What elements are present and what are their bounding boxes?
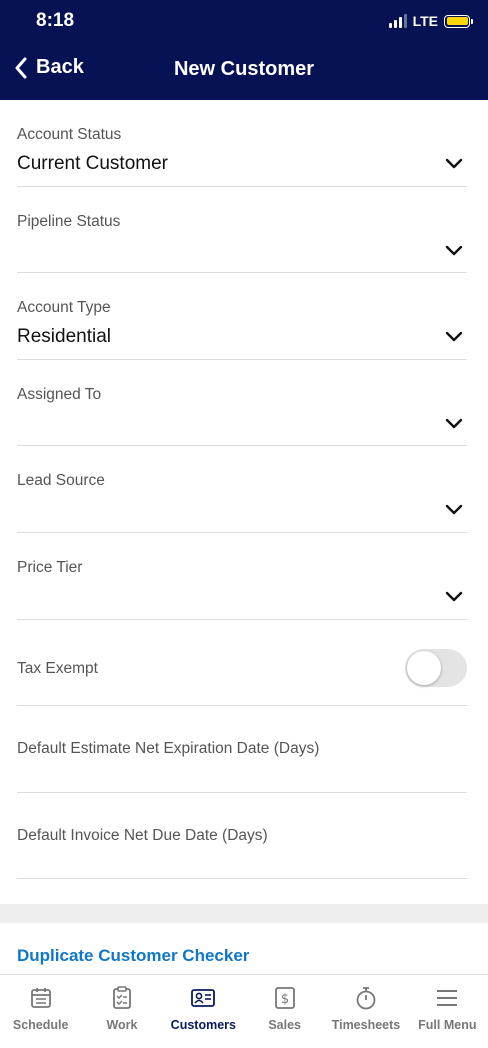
tax-exempt-row: Tax Exempt (17, 620, 467, 707)
tab-timesheets[interactable]: Timesheets (325, 975, 406, 1048)
tab-schedule[interactable]: Schedule (0, 975, 81, 1048)
chevron-down-icon (445, 331, 463, 342)
chevron-down-icon (445, 245, 463, 255)
status-time: 8:18 (36, 10, 75, 31)
svg-text:$: $ (281, 992, 289, 1007)
clipboard-icon (113, 986, 131, 1009)
signal-icon (388, 14, 407, 28)
account-status-select[interactable]: Account Status Current Customer (17, 100, 467, 187)
account-type-select[interactable]: Account Type Residential (17, 273, 467, 360)
network-label: LTE (412, 13, 438, 29)
field-value: Residential (17, 326, 111, 348)
pipeline-status-select[interactable]: Pipeline Status (17, 187, 467, 274)
status-indicators: LTE (388, 13, 473, 29)
price-tier-select[interactable]: Price Tier (17, 533, 467, 620)
tab-bar: Schedule Work Customers $ Sales Timeshee… (0, 974, 488, 1048)
battery-icon (444, 14, 473, 28)
status-bar: 8:18 LTE (0, 0, 488, 44)
field-label: Default Invoice Net Due Date (Days) (17, 826, 268, 844)
nav-bar: Back New Customer (0, 44, 488, 100)
toggle-knob (407, 650, 441, 685)
lead-source-select[interactable]: Lead Source (17, 446, 467, 533)
tab-work[interactable]: Work (81, 975, 162, 1048)
tab-label: Timesheets (331, 1018, 401, 1032)
chevron-down-icon (445, 418, 463, 428)
page-title: New Customer (173, 58, 315, 80)
tab-label: Work (106, 1018, 138, 1032)
calendar-icon (30, 988, 51, 1008)
tab-label: Full Menu (418, 1018, 477, 1032)
field-label: Account Status (17, 126, 122, 143)
tax-exempt-toggle[interactable] (405, 648, 467, 687)
assigned-to-select[interactable]: Assigned To (17, 360, 467, 447)
estimate-expiration-days-field[interactable]: Default Estimate Net Expiration Date (Da… (17, 706, 467, 793)
tab-customers[interactable]: Customers (163, 975, 244, 1048)
tab-full-menu[interactable]: Full Menu (407, 975, 488, 1048)
stopwatch-icon (356, 987, 376, 1010)
field-label: Pipeline Status (17, 212, 121, 230)
tab-label: Schedule (12, 1018, 69, 1032)
contact-card-icon (191, 989, 216, 1007)
field-label: Account Type (17, 299, 111, 317)
tab-sales[interactable]: $ Sales (244, 975, 325, 1048)
customer-form: Account Status Current Customer Pipeline… (0, 100, 488, 880)
duplicate-customer-checker-link[interactable]: Duplicate Customer Checker (17, 946, 249, 966)
tab-label: Customers (170, 1018, 236, 1032)
app-header: 8:18 LTE Back New Customer (0, 0, 488, 100)
chevron-down-icon (445, 505, 463, 515)
field-label: Tax Exempt (17, 659, 98, 677)
tab-label: Sales (268, 1018, 301, 1032)
field-label: Assigned To (17, 385, 102, 403)
chevron-down-icon (445, 158, 463, 169)
field-label: Lead Source (17, 472, 105, 490)
field-value: Current Customer (17, 153, 168, 174)
field-label: Price Tier (17, 558, 83, 576)
field-label: Default Estimate Net Expiration Date (Da… (17, 740, 320, 758)
menu-icon (437, 990, 458, 1006)
section-divider (0, 904, 488, 923)
dollar-icon: $ (274, 987, 295, 1009)
chevron-down-icon (445, 591, 463, 602)
invoice-due-days-field[interactable]: Default Invoice Net Due Date (Days) (17, 793, 467, 880)
